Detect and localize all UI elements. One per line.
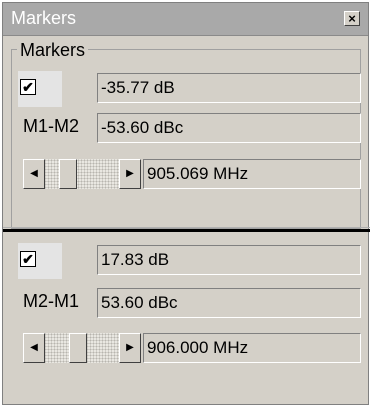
markers-window: Markers × Markers ✔ -35.77 dB M1-M2 -53.… [2, 2, 370, 405]
marker2-frequency-slider[interactable]: ◀ ▶ [23, 333, 141, 363]
scroll-left-icon[interactable]: ◀ [23, 333, 45, 363]
marker2-check-area: ✔ [18, 243, 62, 279]
scroll-left-icon[interactable]: ◀ [23, 159, 45, 189]
close-button[interactable]: × [344, 11, 360, 26]
marker1-frequency-field: 905.069 MHz [143, 159, 361, 189]
marker2-delta-label: M2-M1 [23, 291, 80, 311]
group-label: Markers [17, 40, 89, 61]
marker2-delta-field: 53.60 dBc [97, 288, 361, 318]
marker1-slider-thumb[interactable] [59, 159, 77, 189]
marker1-frequency-slider[interactable]: ◀ ▶ [23, 159, 141, 189]
scroll-right-icon[interactable]: ▶ [119, 333, 141, 363]
marker2-frequency-field: 906.000 MHz [143, 333, 361, 363]
window-title: Markers [11, 8, 77, 28]
marker1-check-area: ✔ [18, 71, 62, 107]
section-divider-light [3, 227, 370, 228]
marker1-delta-field: -53.60 dBc [97, 113, 361, 143]
section-divider [3, 229, 370, 232]
scroll-right-icon[interactable]: ▶ [119, 159, 141, 189]
marker2-level-field: 17.83 dB [97, 245, 361, 275]
marker2-slider-thumb[interactable] [69, 333, 87, 363]
marker2-checkbox[interactable]: ✔ [20, 251, 36, 267]
marker1-delta-label: M1-M2 [23, 116, 80, 136]
marker1-checkbox[interactable]: ✔ [20, 79, 36, 95]
title-bar: Markers × [3, 3, 368, 36]
marker1-level-field: -35.77 dB [97, 73, 361, 103]
